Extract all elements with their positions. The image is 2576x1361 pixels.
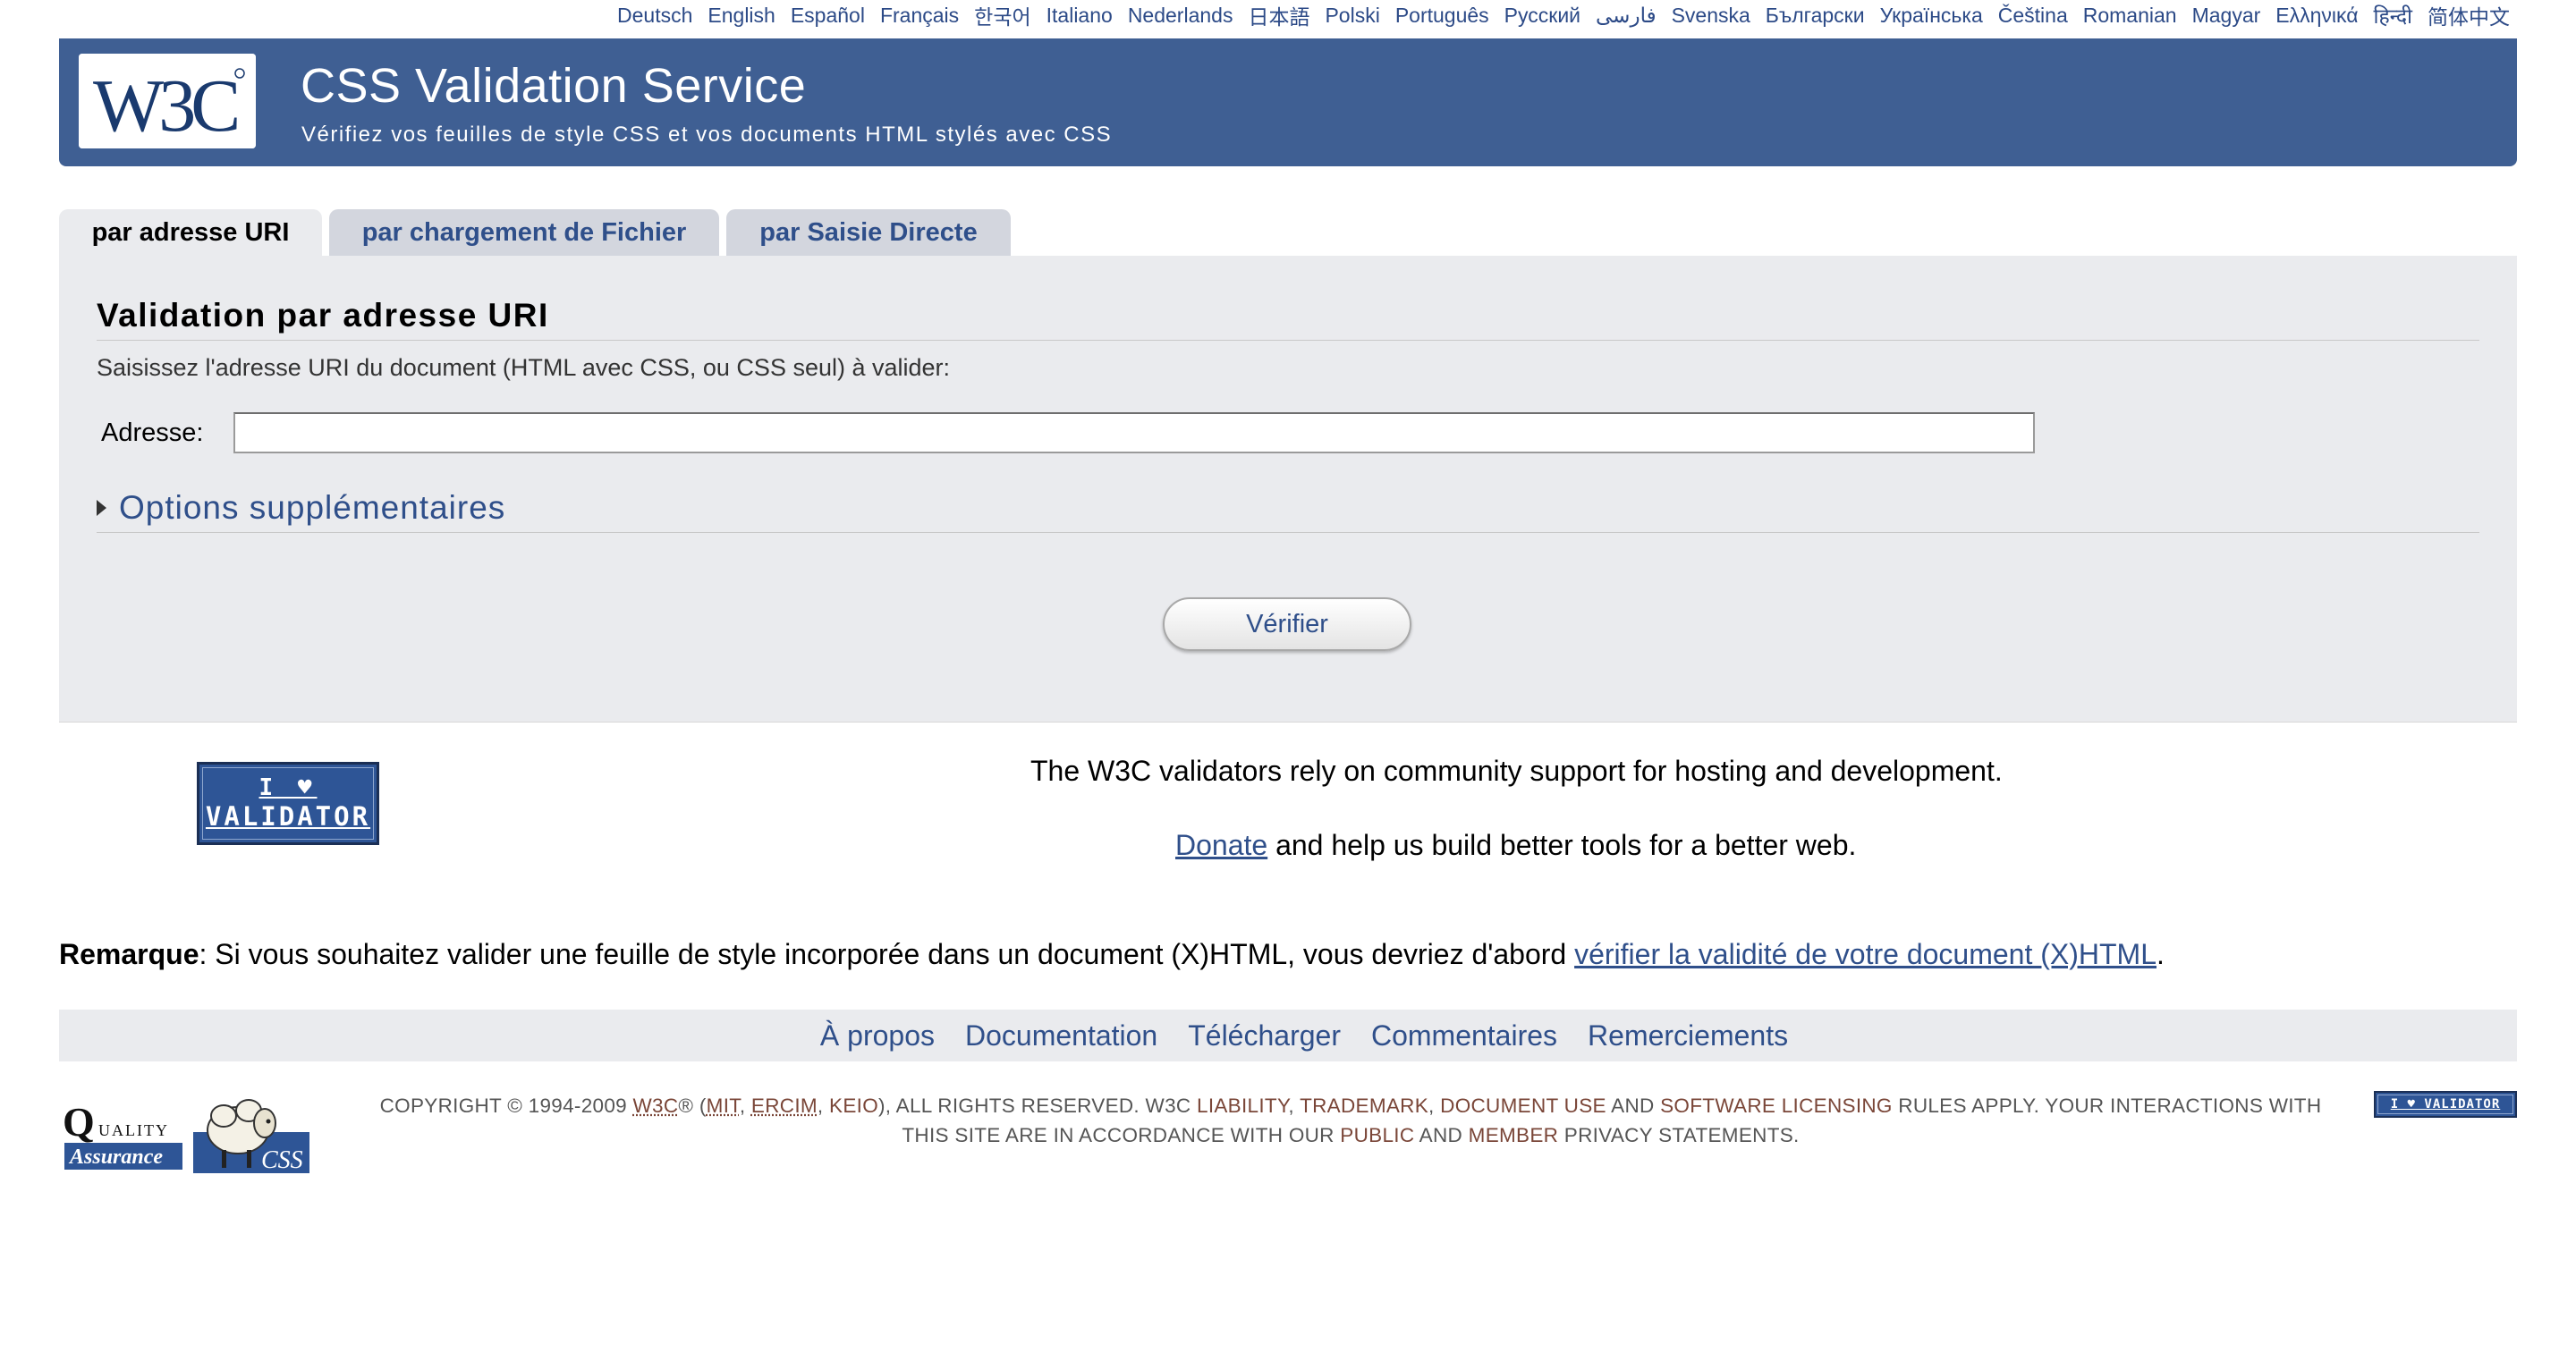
tab-by-uri[interactable]: par adresse URI (59, 209, 322, 256)
css-sheep-icon: CSS (193, 1099, 309, 1174)
copyright-text: , (1428, 1095, 1441, 1117)
donate-message: Donate and help us build better tools fo… (1175, 829, 1856, 862)
footer-link-documentation[interactable]: Documentation (965, 1019, 1157, 1052)
footer-nav: À propos Documentation Télécharger Comme… (59, 1010, 2517, 1061)
uri-validation-panel: Validation par adresse URI Saisissez l'a… (59, 256, 2517, 723)
lang-link-english[interactable]: English (708, 4, 775, 28)
caret-right-icon (97, 499, 106, 516)
w3c-logo[interactable]: W3C (79, 54, 256, 148)
page-title: CSS Validation Service (301, 59, 807, 113)
lang-link-francais[interactable]: Français (880, 4, 959, 28)
address-input[interactable] (233, 412, 2035, 453)
svg-text:UALITY: UALITY (98, 1121, 169, 1139)
note-label: Remarque (59, 938, 199, 970)
lang-link-bulgarian[interactable]: Български (1766, 4, 1865, 28)
software-licensing-link[interactable]: SOFTWARE LICENSING (1660, 1095, 1893, 1117)
more-options-label: Options supplémentaires (119, 488, 506, 526)
svg-text:Assurance: Assurance (68, 1145, 163, 1169)
lang-link-svenska[interactable]: Svenska (1672, 4, 1750, 28)
copyright-text: COPYRIGHT © 1994-2009 (379, 1095, 633, 1117)
lang-link-greek[interactable]: Ελληνικά (2275, 4, 2358, 28)
copyright-text: , (1288, 1095, 1301, 1117)
footer-link-download[interactable]: Télécharger (1188, 1019, 1341, 1052)
lang-link-deutsch[interactable]: Deutsch (617, 4, 692, 28)
copyright-text: AND (1414, 1124, 1469, 1146)
donate-message-rest: and help us build better tools for a bet… (1267, 829, 1857, 861)
lang-link-romanian[interactable]: Romanian (2083, 4, 2177, 28)
footer-link-feedback[interactable]: Commentaires (1371, 1019, 1557, 1052)
public-privacy-link[interactable]: PUBLIC (1340, 1124, 1414, 1146)
header-banner: W3C CSS Validation Service Vérifiez vos … (59, 38, 2517, 166)
copyright-text: AND (1606, 1095, 1661, 1117)
svg-text:Q: Q (63, 1100, 95, 1145)
lang-link-magyar[interactable]: Magyar (2192, 4, 2261, 28)
copyright-text: , (739, 1095, 751, 1117)
footer-link-credits[interactable]: Remerciements (1588, 1019, 1788, 1052)
lang-link-portugues[interactable]: Português (1395, 4, 1489, 28)
liability-link[interactable]: LIABILITY (1197, 1095, 1288, 1117)
svg-text:CSS: CSS (261, 1146, 303, 1174)
lang-link-cestina[interactable]: Čeština (1998, 4, 2068, 28)
page: Deutsch English Español Français 한국어 Ita… (0, 0, 2576, 1361)
w3c-link[interactable]: W3C (633, 1095, 679, 1117)
donate-link[interactable]: Donate (1175, 829, 1267, 861)
lang-link-espanol[interactable]: Español (791, 4, 865, 28)
note-end: . (2157, 938, 2165, 970)
note-text: : Si vous souhaitez valider une feuille … (199, 938, 1575, 970)
css-logo[interactable]: CSS (191, 1089, 311, 1175)
lang-link-nederlands[interactable]: Nederlands (1128, 4, 1233, 28)
lang-link-polski[interactable]: Polski (1325, 4, 1379, 28)
copyright-text: PRIVACY STATEMENTS. (1558, 1124, 1800, 1146)
lang-link-hindi[interactable]: हिन्दी (2374, 1, 2412, 30)
copyright-text: ), ALL RIGHTS RESERVED. W3C (878, 1095, 1197, 1117)
input-method-tabs: par adresse URI par chargement de Fichie… (59, 209, 1011, 256)
mit-link[interactable]: MIT (707, 1095, 740, 1117)
more-options-toggle[interactable]: Options supplémentaires (97, 483, 2479, 533)
qa-logo-icon: Q UALITY Assurance (63, 1099, 182, 1170)
lang-link-chinese[interactable]: 简体中文 (2428, 0, 2510, 30)
lang-link-farsi[interactable]: فارسی (1596, 4, 1657, 28)
copyright-text: ® ( (678, 1095, 707, 1117)
badge-line-1: I ♥ (258, 774, 318, 801)
w3c-logo-text: W3C (93, 64, 237, 148)
tab-by-file-upload[interactable]: par chargement de Fichier (329, 209, 719, 256)
lang-link-italiano[interactable]: Italiano (1046, 4, 1113, 28)
i-love-validator-badge[interactable]: I ♥ VALIDATOR (197, 762, 379, 845)
ercim-link[interactable]: ERCIM (751, 1095, 818, 1117)
qa-logo[interactable]: Q UALITY Assurance (63, 1099, 184, 1173)
mini-validator-badge[interactable]: I ♥ VALIDATOR (2374, 1091, 2517, 1118)
section-title: Validation par adresse URI (97, 297, 2479, 341)
validate-xhtml-link[interactable]: vérifier la validité de votre document (… (1574, 938, 2157, 970)
lang-link-ukrainian[interactable]: Українська (1880, 4, 1983, 28)
trademark-link[interactable]: TRADEMARK (1300, 1095, 1428, 1117)
document-use-link[interactable]: DOCUMENT USE (1440, 1095, 1606, 1117)
lang-link-japanese[interactable]: 日本語 (1248, 0, 1309, 30)
w3c-logo-icon: W3C (79, 54, 256, 148)
support-message: The W3C validators rely on community sup… (1030, 755, 2003, 787)
address-label: Adresse: (101, 418, 204, 447)
note-message: Remarque: Si vous souhaitez valider une … (59, 938, 2165, 971)
member-privacy-link[interactable]: MEMBER (1469, 1124, 1559, 1146)
keio-link[interactable]: KEIO (829, 1095, 878, 1117)
language-bar: Deutsch English Español Français 한국어 Ita… (617, 0, 2510, 30)
verify-button[interactable]: Vérifier (1163, 597, 1411, 651)
copyright-notice: COPYRIGHT © 1994-2009 W3C® (MIT, ERCIM, … (376, 1091, 2326, 1150)
tab-by-direct-input[interactable]: par Saisie Directe (726, 209, 1011, 256)
lang-link-korean[interactable]: 한국어 (974, 0, 1030, 30)
lang-link-russian[interactable]: Русский (1504, 4, 1580, 28)
uri-instruction: Saisissez l'adresse URI du document (HTM… (97, 354, 951, 381)
badge-line-2: VALIDATOR (205, 800, 371, 832)
copyright-text: , (817, 1095, 830, 1117)
page-subtitle: Vérifiez vos feuilles de style CSS et vo… (301, 123, 1113, 147)
footer-link-about[interactable]: À propos (820, 1019, 935, 1052)
